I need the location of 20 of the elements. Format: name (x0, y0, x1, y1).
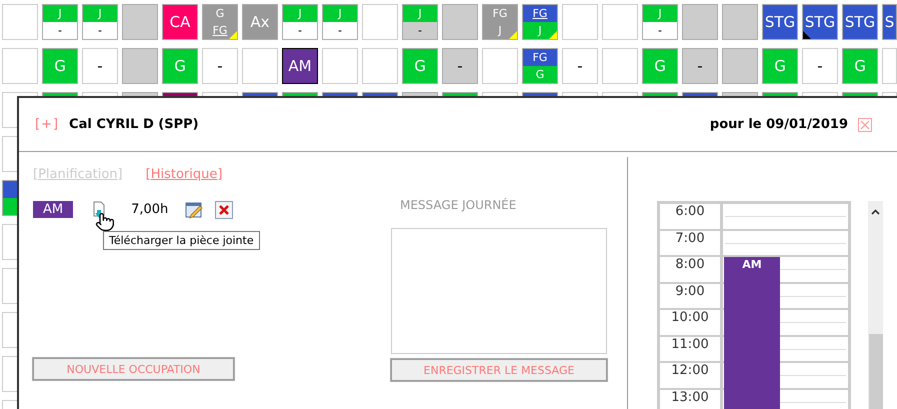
dialog-date: pour le 09/01/2019 (710, 117, 848, 132)
message-label: MESSAGE JOURNÉE (399, 198, 518, 214)
time-label: 10:00 (660, 310, 723, 336)
time-label: 11:00 (660, 336, 723, 363)
cell-half: - (643, 22, 677, 39)
occupation-badge: AM (33, 201, 74, 218)
time-label: 12:00 (660, 363, 723, 390)
dialog-title: Cal CYRIL D (SPP) (69, 117, 199, 132)
cell-half: G (523, 66, 557, 83)
tooltip: Télécharger la pièce jointe (103, 231, 260, 250)
cell-half: - (83, 22, 117, 39)
time-label: 9:00 (660, 284, 723, 310)
hours-text: 7,00h (131, 202, 168, 217)
time-label: 13:00 (660, 390, 723, 409)
cell-half: - (43, 22, 77, 39)
cell-half: - (403, 22, 437, 39)
cell-half: - (283, 22, 317, 39)
cell-half: - (323, 22, 357, 39)
time-label: 7:00 (660, 230, 723, 257)
time-label: 6:00 (660, 204, 723, 230)
